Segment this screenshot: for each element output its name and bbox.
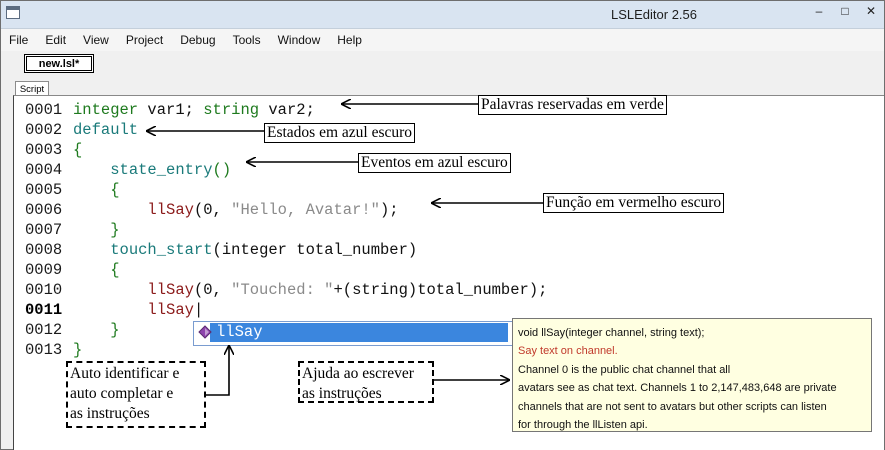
annotation-states: Estados em azul escuro: [264, 123, 416, 143]
line-number: 0004: [25, 161, 63, 179]
code-text: var1;: [138, 101, 204, 119]
menu-edit[interactable]: Edit: [43, 33, 68, 47]
keyword-token: string: [352, 281, 408, 299]
event-token: touch_start: [110, 241, 213, 259]
window-title: LSLEditor 2.56: [611, 7, 698, 22]
tooltip-description-line: channels that are not sent to avatars bu…: [518, 400, 827, 413]
tab-new-lsl[interactable]: new.lsl*: [24, 54, 94, 73]
app-window-icon: [6, 6, 20, 19]
line-number: 0009: [25, 261, 63, 279]
brace-token: {: [110, 181, 120, 199]
function-help-tooltip: void llSay(integer channel, string text)…: [512, 318, 872, 432]
line-number: 0006: [25, 201, 63, 219]
brace-token: }: [110, 321, 120, 339]
line-number: 0002: [25, 121, 63, 139]
code-line-current: 0011 llSay|: [25, 300, 203, 320]
code-line: 0012 }: [25, 320, 120, 340]
annotation-text: Ajuda ao escrever: [302, 365, 414, 382]
menu-file[interactable]: File: [7, 33, 30, 47]
menu-bar: File Edit View Project Debug Tools Windo…: [1, 29, 884, 51]
brace-token: {: [110, 261, 120, 279]
code-line: 0004 state_entry(): [25, 160, 231, 180]
code-line: 0009 {: [25, 260, 120, 280]
annotation-text: Auto identificar e: [70, 365, 180, 382]
function-token: llSay: [147, 201, 194, 219]
code-line: 0005 {: [25, 180, 120, 200]
keyword-token: string: [203, 101, 260, 119]
code-line: 0001 integer var1; string var2;: [25, 100, 315, 120]
window-controls: – □ ✕: [806, 1, 884, 21]
code-line: 0008 touch_start(integer total_number): [25, 240, 417, 260]
annotation-text: as instruções: [70, 405, 150, 422]
string-token: "Touched: ": [231, 281, 334, 299]
code-text: (: [212, 241, 222, 259]
code-line: 0010 llSay(0, "Touched: "+(string)total_…: [25, 280, 547, 300]
line-number: 0007: [25, 221, 63, 239]
line-number: 0013: [25, 341, 63, 359]
brace-token: {: [73, 141, 83, 159]
code-line: 0007 }: [25, 220, 120, 240]
event-token: state_entry: [110, 161, 213, 179]
keyword-token: integer: [221, 241, 287, 259]
code-text: (): [212, 161, 232, 179]
tooltip-signature: void llSay(integer channel, string text)…: [518, 327, 705, 339]
line-number: 0011: [25, 301, 63, 319]
annotation-help: Ajuda ao escrever as instruções: [298, 361, 434, 403]
autocomplete-item-llsay[interactable]: llSay: [216, 323, 263, 342]
code-text: (0,: [193, 201, 232, 219]
menu-debug[interactable]: Debug: [178, 33, 217, 47]
code-line: 0006 llSay(0, "Hello, Avatar!");: [25, 200, 399, 220]
line-number: 0001: [25, 101, 63, 119]
annotation-text: as instruções: [302, 385, 382, 402]
code-text: total_number: [286, 241, 408, 259]
code-text: )total_number);: [407, 281, 548, 299]
text-cursor: |: [193, 301, 204, 319]
line-number: 0003: [25, 141, 63, 159]
menu-help[interactable]: Help: [335, 33, 364, 47]
state-token: default: [73, 121, 139, 139]
menu-view[interactable]: View: [81, 33, 111, 47]
brace-token: }: [110, 221, 120, 239]
code-text: ): [407, 241, 418, 259]
code-line: 0002 default: [25, 120, 138, 140]
annotation-events: Eventos em azul escuro: [358, 153, 511, 173]
menu-window[interactable]: Window: [276, 33, 323, 47]
brace-token: }: [73, 341, 83, 359]
close-button[interactable]: ✕: [858, 1, 884, 21]
function-token: llSay: [147, 301, 194, 319]
annotation-text: auto completar e: [70, 385, 174, 402]
minimize-button[interactable]: –: [806, 1, 832, 21]
tooltip-description-line: for through the llListen api.: [518, 419, 648, 432]
menu-project[interactable]: Project: [124, 33, 165, 47]
code-text: +(: [333, 281, 353, 299]
line-number: 0005: [25, 181, 63, 199]
line-number: 0010: [25, 281, 63, 299]
annotation-autocomplete: Auto identificar e auto completar e as i…: [66, 361, 206, 428]
code-text: );: [379, 201, 399, 219]
annotation-functions: Função em vermelho escuro: [543, 193, 725, 213]
tooltip-description-line: Channel 0 is the public chat channel tha…: [518, 363, 731, 376]
maximize-button[interactable]: □: [832, 1, 858, 21]
code-line: 0003 {: [25, 140, 82, 160]
tooltip-summary: Say text on channel.: [518, 345, 618, 358]
string-token: "Hello, Avatar!": [231, 201, 380, 219]
line-number: 0012: [25, 321, 63, 339]
document-tab-strip: new.lsl*: [1, 51, 884, 79]
function-method-icon: [198, 325, 212, 339]
code-line: 0013}: [25, 340, 82, 360]
autocomplete-popup: llSay: [193, 321, 513, 346]
function-token: llSay: [147, 281, 194, 299]
code-text: (0,: [193, 281, 232, 299]
title-bar: LSLEditor 2.56 – □ ✕: [1, 1, 884, 29]
annotation-reserved-words: Palavras reservadas em verde: [478, 95, 667, 115]
keyword-token: integer: [73, 101, 139, 119]
line-number: 0008: [25, 241, 63, 259]
tab-script[interactable]: Script: [15, 81, 49, 96]
code-text: var2;: [259, 101, 315, 119]
tooltip-description-line: avatars see as chat text. Channels 1 to …: [518, 382, 837, 395]
menu-tools[interactable]: Tools: [231, 33, 263, 47]
